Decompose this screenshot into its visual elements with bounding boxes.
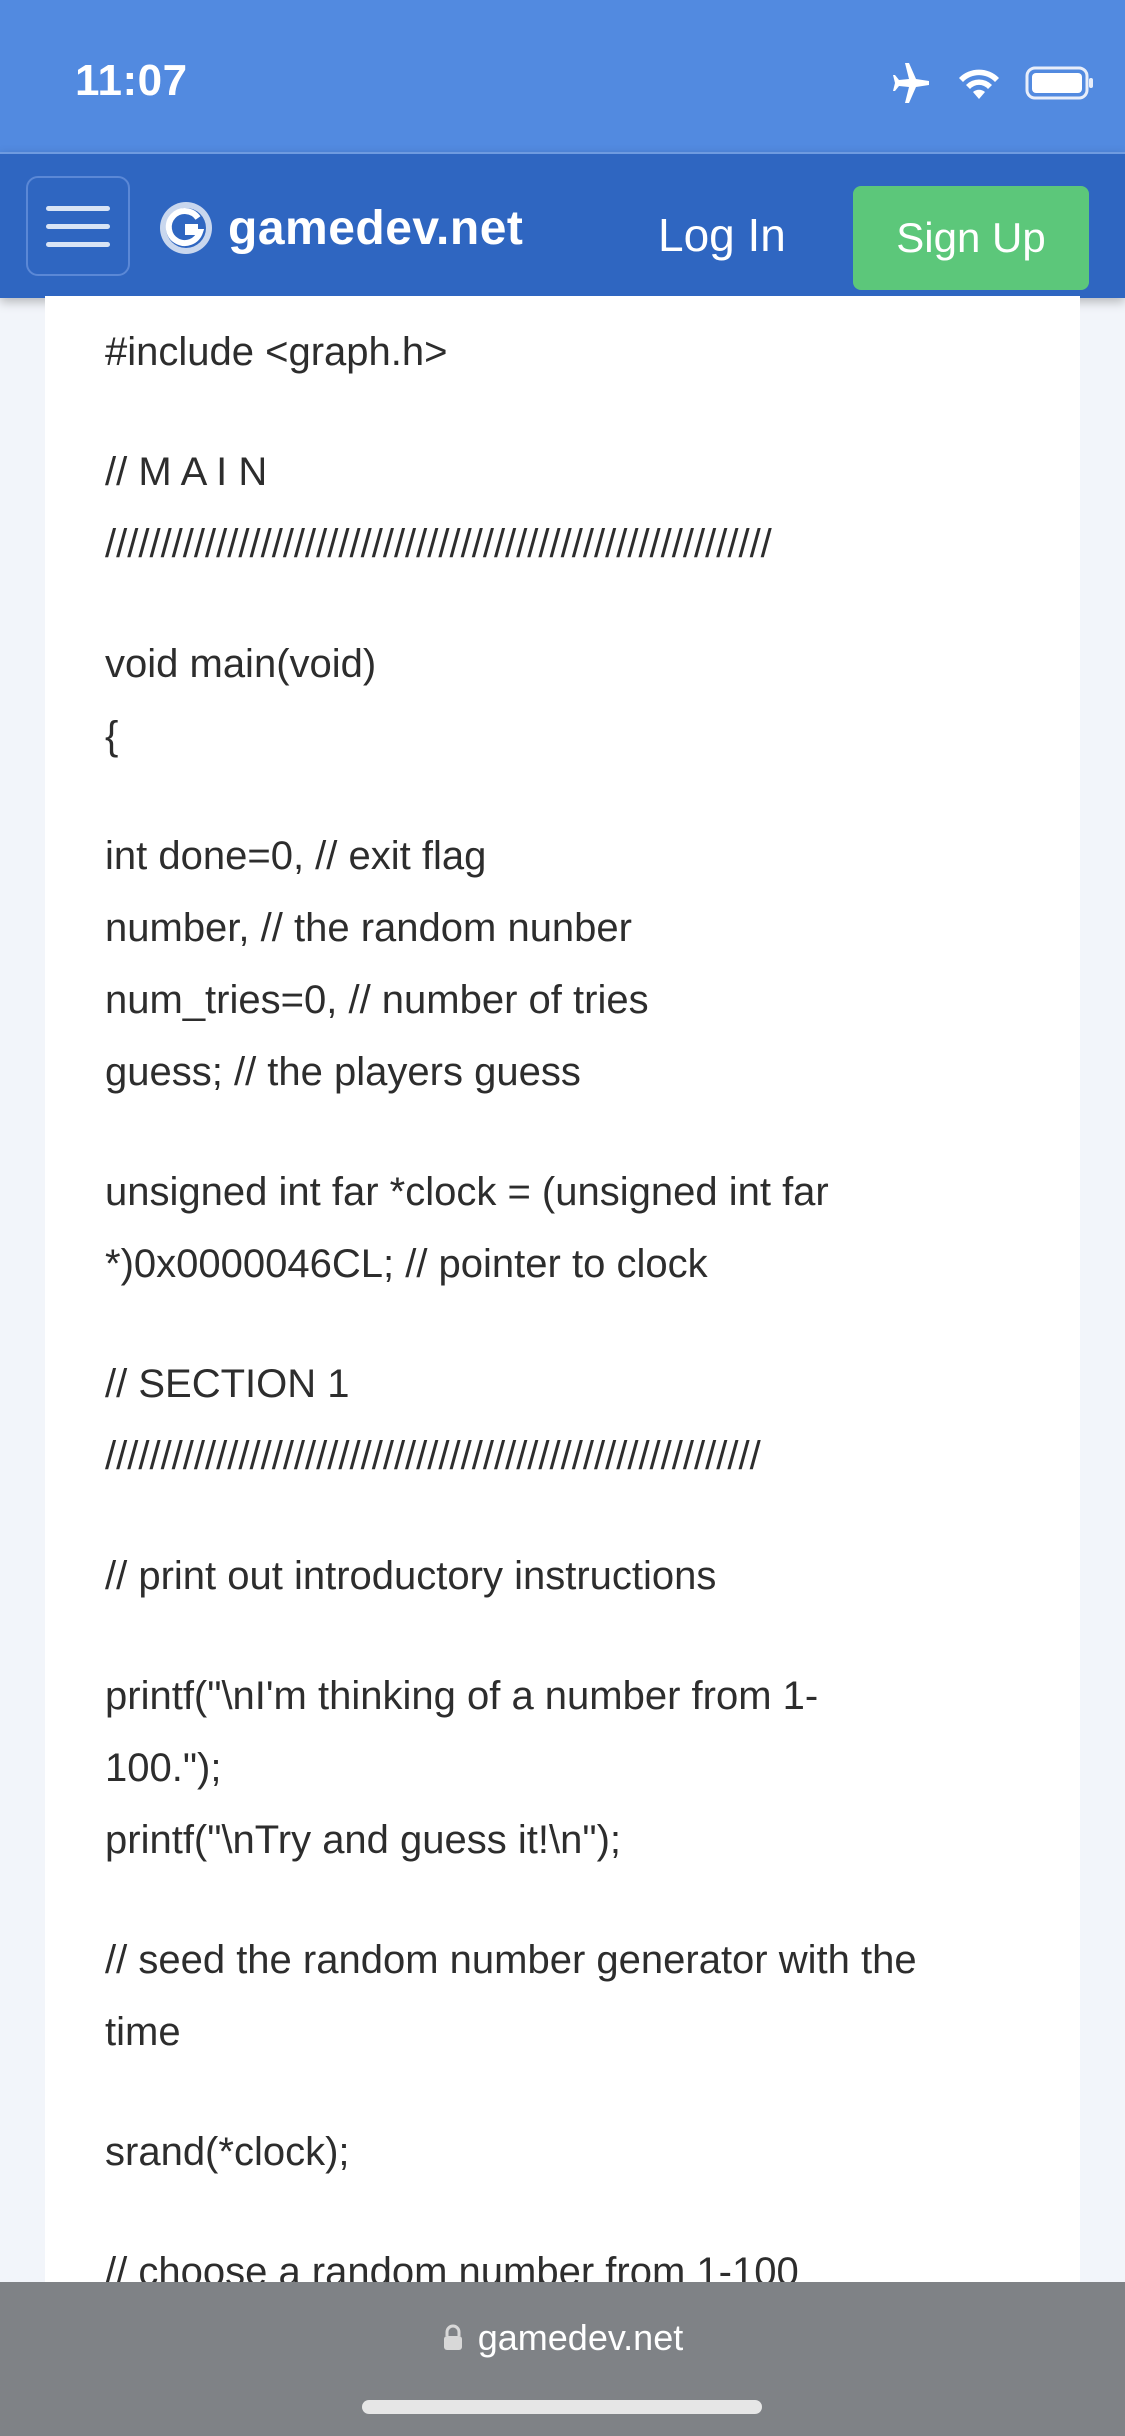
code-paragraph: printf("\nI'm thinking of a number from … bbox=[105, 1674, 819, 1862]
battery-icon bbox=[1025, 66, 1093, 100]
article-content: #include <graph.h> // M A I N //////////… bbox=[45, 296, 1080, 2294]
brand-name: gamedev.net bbox=[228, 201, 524, 255]
code-paragraph: unsigned int far *clock = (unsigned int … bbox=[105, 1170, 829, 1286]
code-paragraph: // SECTION 1 ///////////////////////////… bbox=[105, 1362, 761, 1478]
brand-logo-link[interactable]: gamedev.net bbox=[158, 200, 523, 256]
status-time: 11:07 bbox=[75, 56, 188, 105]
wifi-icon bbox=[959, 69, 999, 99]
code-paragraph: // print out introductory instructions bbox=[105, 1554, 717, 1598]
code-paragraph: // seed the random number generator with… bbox=[105, 1938, 917, 2054]
site-navbar: gamedev.net Log In Sign Up bbox=[0, 152, 1125, 298]
home-indicator[interactable] bbox=[362, 2400, 762, 2414]
status-icons bbox=[889, 58, 1095, 108]
status-bar: 11:07 bbox=[0, 0, 1125, 152]
code-paragraph: #include <graph.h> bbox=[105, 330, 448, 374]
code-paragraph: // M A I N /////////////////////////////… bbox=[105, 450, 772, 566]
airplane-icon bbox=[893, 63, 929, 103]
hamburger-line bbox=[46, 241, 110, 247]
gamedev-logo-icon bbox=[160, 202, 212, 254]
signup-button[interactable]: Sign Up bbox=[853, 186, 1089, 290]
hamburger-line bbox=[46, 205, 110, 211]
browser-address-bar[interactable]: gamedev.net bbox=[0, 2282, 1125, 2436]
login-link[interactable]: Log In bbox=[658, 208, 786, 262]
code-listing: #include <graph.h> // M A I N //////////… bbox=[105, 316, 1065, 2356]
lock-icon bbox=[443, 2324, 462, 2350]
hamburger-line bbox=[46, 223, 110, 229]
url-display[interactable]: gamedev.net bbox=[0, 2317, 1125, 2359]
code-paragraph: srand(*clock); bbox=[105, 2130, 350, 2174]
url-text: gamedev.net bbox=[477, 2317, 684, 2358]
code-paragraph: void main(void) { bbox=[105, 642, 377, 758]
menu-button[interactable] bbox=[26, 176, 130, 276]
code-paragraph: int done=0, // exit flag number, // the … bbox=[105, 834, 649, 1094]
